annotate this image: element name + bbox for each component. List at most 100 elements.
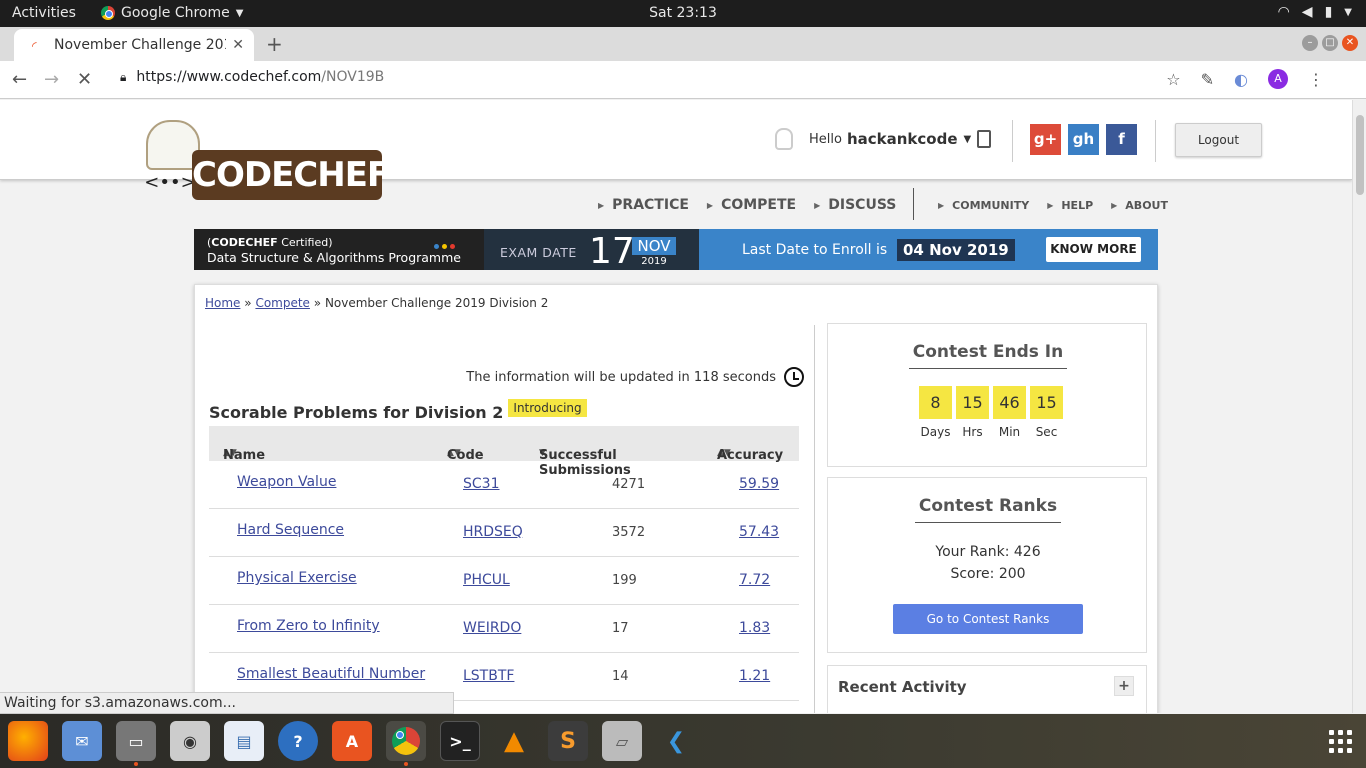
- vscode-icon[interactable]: ❮: [656, 721, 696, 761]
- recent-activity-box: Recent Activity +: [827, 665, 1147, 713]
- chrome-dock-icon[interactable]: [386, 721, 426, 766]
- new-tab-button[interactable]: +: [266, 32, 283, 56]
- github-icon[interactable]: gh: [1068, 124, 1099, 155]
- know-more-button[interactable]: KNOW MORE: [1046, 237, 1141, 262]
- show-applications-icon[interactable]: [1329, 730, 1352, 753]
- maximize-button[interactable]: □: [1322, 35, 1338, 51]
- breadcrumb-compete[interactable]: Compete: [255, 296, 310, 310]
- divider: [1155, 120, 1156, 162]
- update-notice: The information will be updated in 118 s…: [466, 367, 804, 387]
- user-menu[interactable]: Hello hackankcode ▼: [775, 128, 971, 150]
- problem-name-link[interactable]: Hard Sequence: [237, 522, 344, 538]
- promo-banner[interactable]: (CODECHEF Certified) Data Structure & Al…: [194, 229, 1158, 270]
- nav-help[interactable]: ▶ HELP: [1047, 199, 1093, 212]
- system-tray[interactable]: ◠ ◀ ▮ ▼: [1278, 4, 1352, 20]
- mustache-face-icon: <••>: [144, 172, 196, 193]
- triangle-icon: ▶: [938, 201, 945, 210]
- problem-name-link[interactable]: Physical Exercise: [237, 570, 357, 586]
- problem-name-link[interactable]: Weapon Value: [237, 474, 336, 490]
- scrollbar-thumb[interactable]: [1356, 115, 1364, 195]
- document-icon[interactable]: [977, 130, 991, 148]
- main-nav: ▶ PRACTICE ▶ COMPETE ▶ DISCUSS: [598, 197, 914, 213]
- tab-title: November Challenge 2019: [54, 37, 227, 53]
- files-icon[interactable]: ▭: [116, 721, 156, 766]
- codechef-logo[interactable]: <••> CODECHEF: [140, 120, 390, 205]
- contest-ranks-box: Contest Ranks Your Rank: 426 Score: 200 …: [827, 477, 1147, 653]
- thunderbird-icon[interactable]: ✉: [62, 721, 102, 761]
- problem-code-link[interactable]: LSTBTF: [463, 668, 514, 684]
- forward-arrow-icon[interactable]: →: [44, 69, 59, 90]
- app-menu[interactable]: Google Chrome ▼: [101, 5, 243, 21]
- firefox-icon[interactable]: [8, 721, 48, 761]
- countdown-minutes: 46 Min: [993, 386, 1026, 439]
- introducing-badge: Introducing: [508, 398, 587, 417]
- stop-loading-icon[interactable]: ✕: [77, 69, 92, 90]
- menu-kebab-icon[interactable]: ⋮: [1308, 70, 1324, 89]
- accuracy-link[interactable]: 59.59: [739, 476, 779, 492]
- close-window-button[interactable]: ✕: [1342, 35, 1358, 51]
- triangle-icon: ▶: [814, 200, 821, 210]
- accuracy-link[interactable]: 1.83: [739, 620, 770, 636]
- browser-tab[interactable]: ◜ November Challenge 2019 ✕: [14, 29, 254, 61]
- help-icon[interactable]: ?: [278, 721, 318, 761]
- software-center-icon[interactable]: A: [332, 721, 372, 761]
- google-plus-icon[interactable]: g+: [1030, 124, 1061, 155]
- scanner-icon[interactable]: ▱: [602, 721, 642, 761]
- problem-name-link[interactable]: From Zero to Infinity: [237, 618, 380, 634]
- system-top-bar: Activities Google Chrome ▼ Sat 23:13 ◠ ◀…: [0, 0, 1366, 27]
- countdown-timer: 8 Days 15 Hrs 46 Min 15 Sec: [919, 386, 1063, 439]
- window-controls: – □ ✕: [1302, 35, 1358, 51]
- countdown-box: Contest Ends In 8 Days 15 Hrs 46 Min 15 Sec: [827, 323, 1147, 467]
- terminal-icon[interactable]: >_: [440, 721, 480, 761]
- expand-plus-icon[interactable]: +: [1114, 676, 1134, 696]
- divider: [1012, 120, 1013, 162]
- table-row: Physical Exercise PHCUL 199 7.72: [209, 557, 799, 605]
- back-arrow-icon[interactable]: ←: [12, 69, 27, 90]
- nav-about[interactable]: ▶ ABOUT: [1111, 199, 1168, 212]
- submissions-count: 17: [612, 621, 629, 636]
- breadcrumb: Home » Compete » November Challenge 2019…: [205, 296, 549, 310]
- vlc-icon[interactable]: ▲: [494, 721, 534, 761]
- hello-label: Hello: [809, 131, 842, 147]
- libreoffice-icon[interactable]: ▤: [224, 721, 264, 761]
- nav-practice[interactable]: ▶ PRACTICE: [598, 197, 689, 213]
- breadcrumb-home[interactable]: Home: [205, 296, 240, 310]
- nav-compete[interactable]: ▶ COMPETE: [707, 197, 796, 213]
- accuracy-link[interactable]: 7.72: [739, 572, 770, 588]
- address-bar[interactable]: 🔒︎ https://www.codechef.com/NOV19B: [120, 69, 384, 85]
- exam-year: 2019: [641, 256, 667, 267]
- problem-code-link[interactable]: HRDSEQ: [463, 524, 523, 540]
- page-scrollbar[interactable]: [1352, 100, 1366, 713]
- sublime-text-icon[interactable]: S: [548, 721, 588, 761]
- accuracy-link[interactable]: 57.43: [739, 524, 779, 540]
- taskbar-dock: ✉ ▭ ◉ ▤ ? A >_ ▲ S ▱ ❮: [0, 714, 1366, 768]
- minimize-button[interactable]: –: [1302, 35, 1318, 51]
- url-domain: https://www.codechef.com: [136, 69, 322, 85]
- go-to-ranks-button[interactable]: Go to Contest Ranks: [893, 604, 1083, 634]
- tab-strip: ◜ November Challenge 2019 ✕ + – □ ✕: [0, 27, 1366, 61]
- activities-button[interactable]: Activities: [12, 5, 76, 21]
- rhythmbox-icon[interactable]: ◉: [170, 721, 210, 761]
- caret-down-icon: ▼: [963, 133, 972, 145]
- nav-community[interactable]: ▶ COMMUNITY: [938, 199, 1029, 212]
- problem-name-link[interactable]: Smallest Beautiful Number: [237, 666, 425, 682]
- problem-code-link[interactable]: WEIRDO: [463, 620, 521, 636]
- profile-avatar[interactable]: A: [1268, 69, 1288, 89]
- logout-button[interactable]: Logout: [1175, 123, 1262, 157]
- eyedropper-extension-icon[interactable]: ✎: [1201, 70, 1214, 89]
- facebook-icon[interactable]: f: [1106, 124, 1137, 155]
- ranks-title: Contest Ranks: [828, 496, 1148, 523]
- problem-code-link[interactable]: PHCUL: [463, 572, 510, 588]
- problem-code-link[interactable]: SC31: [463, 476, 499, 492]
- chrome-icon: [101, 6, 115, 20]
- your-score: Score: 200: [950, 566, 1026, 582]
- your-rank: Your Rank: 426: [935, 544, 1041, 560]
- bookmark-star-icon[interactable]: ☆: [1166, 70, 1180, 89]
- banner-program: (CODECHEF Certified) Data Structure & Al…: [194, 229, 484, 270]
- accuracy-link[interactable]: 1.21: [739, 668, 770, 684]
- browser-toolbar: ← → ✕ 🔒︎ https://www.codechef.com/NOV19B…: [0, 61, 1366, 99]
- nav-discuss[interactable]: ▶ DISCUSS: [814, 197, 896, 213]
- close-tab-icon[interactable]: ✕: [232, 37, 244, 53]
- extension-icon[interactable]: ◐: [1234, 70, 1248, 89]
- exam-month: NOV: [632, 237, 676, 255]
